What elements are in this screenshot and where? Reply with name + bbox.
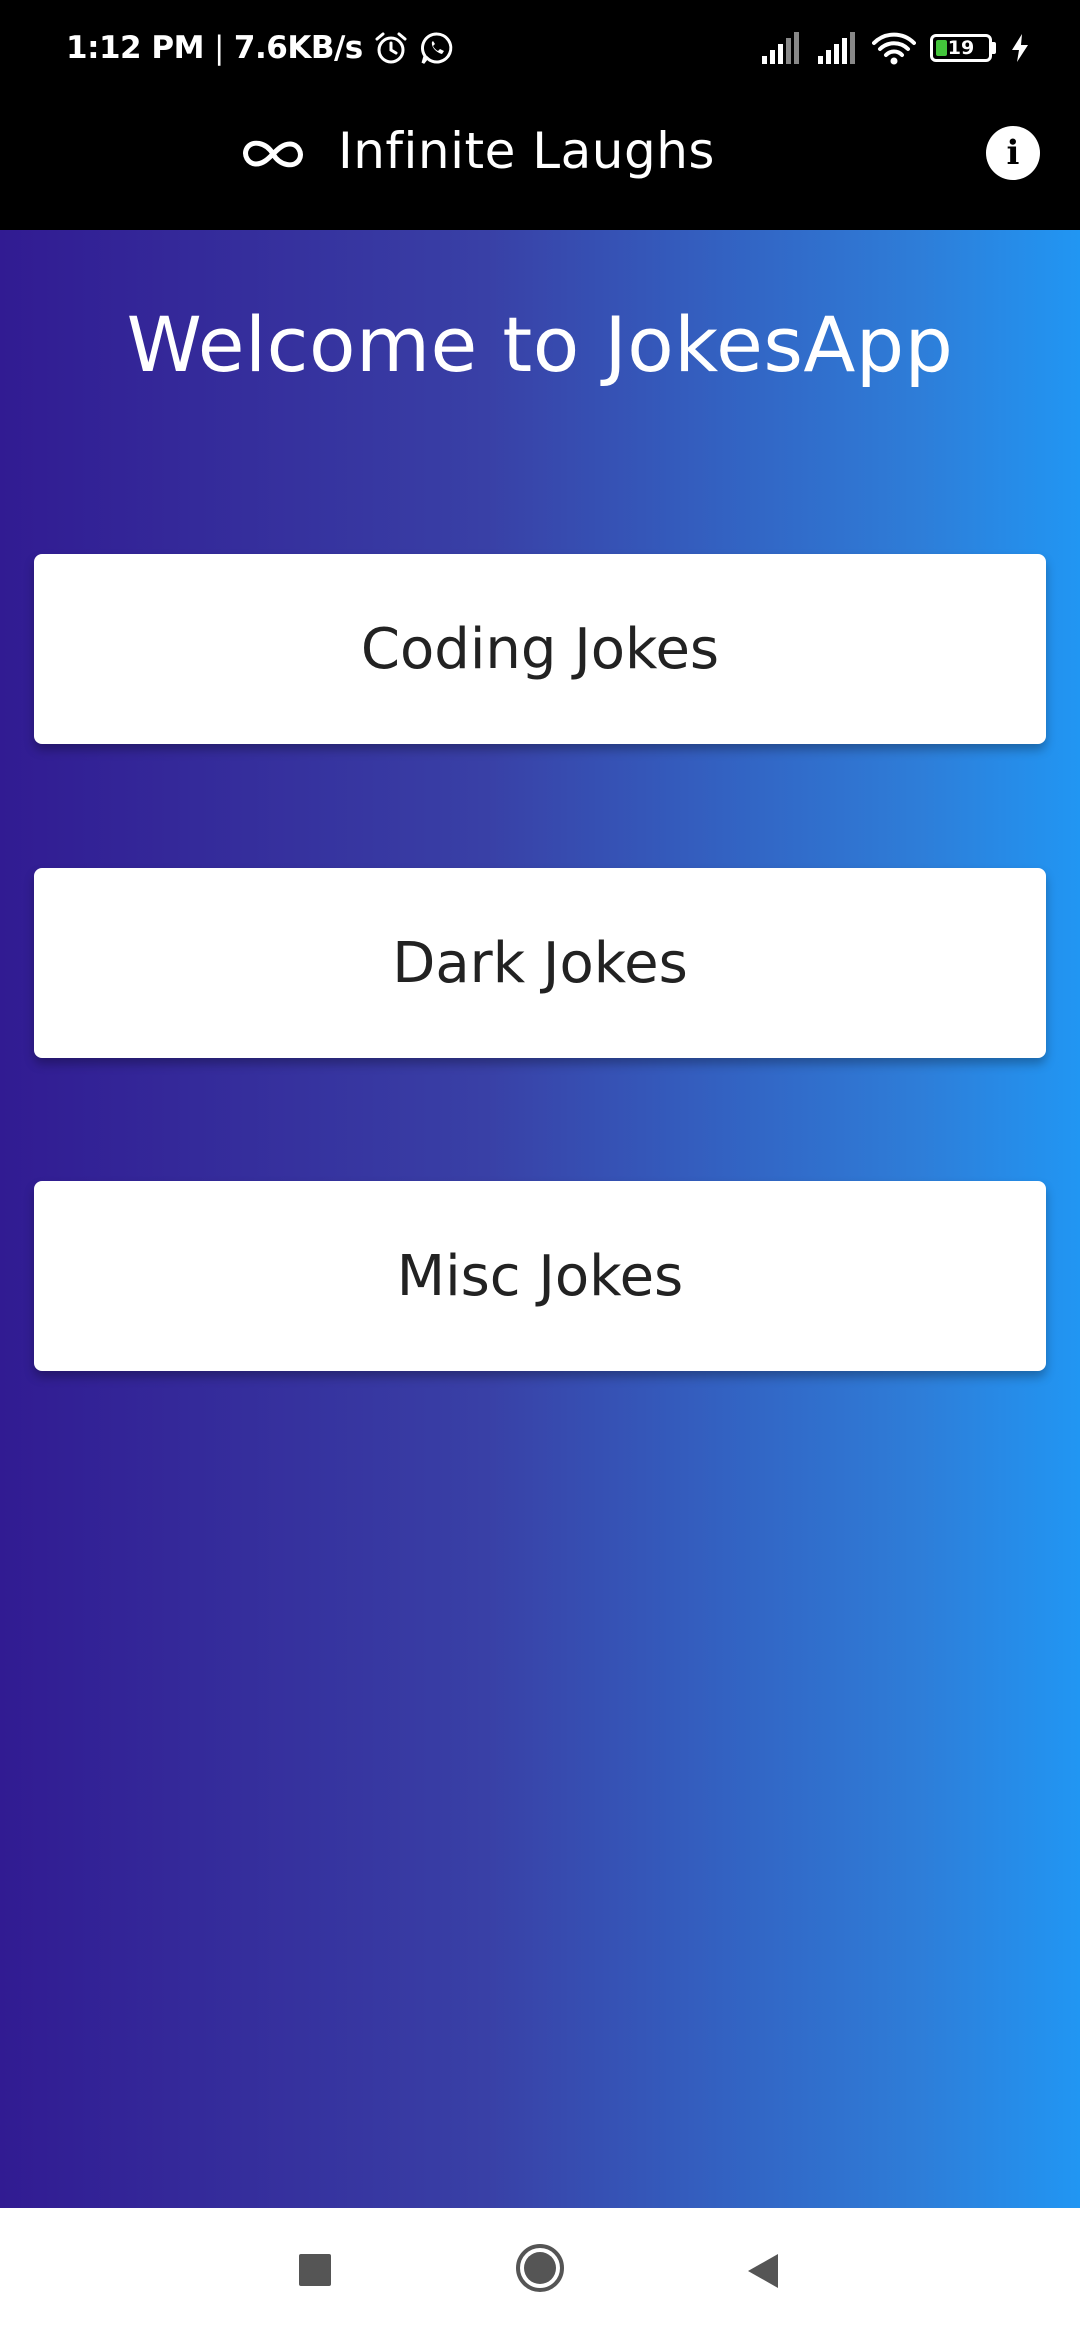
misc-jokes-button[interactable]: Misc Jokes xyxy=(34,1181,1046,1371)
coding-jokes-label: Coding Jokes xyxy=(360,616,720,682)
main-content: Welcome to JokesApp Coding Jokes Dark Jo… xyxy=(0,230,1080,2208)
app-bar: Infinite Laughs i xyxy=(0,96,1080,230)
signal-icon xyxy=(760,32,802,64)
home-icon[interactable] xyxy=(516,2244,564,2292)
status-time: 1:12 PM xyxy=(66,30,204,66)
welcome-heading: Welcome to JokesApp xyxy=(126,300,954,389)
misc-jokes-label: Misc Jokes xyxy=(396,1243,684,1309)
status-bar: 1:12 PM | 7.6KB/s 19 xyxy=(0,0,1080,96)
status-right: 19 xyxy=(760,24,1030,72)
status-net-speed: 7.6KB/s xyxy=(233,30,363,66)
back-icon[interactable] xyxy=(744,2252,780,2290)
battery-fill xyxy=(936,40,947,56)
charging-icon xyxy=(1010,33,1030,63)
recents-icon[interactable] xyxy=(299,2254,331,2286)
app-title: Infinite Laughs xyxy=(338,122,715,180)
battery-icon: 19 xyxy=(930,34,996,62)
status-separator: | xyxy=(213,30,224,66)
coding-jokes-button[interactable]: Coding Jokes xyxy=(34,554,1046,744)
dark-jokes-label: Dark Jokes xyxy=(392,930,688,996)
battery-level: 19 xyxy=(947,37,975,59)
wifi-icon xyxy=(872,31,916,65)
status-left: 1:12 PM | 7.6KB/s xyxy=(66,24,455,72)
dark-jokes-button[interactable]: Dark Jokes xyxy=(34,868,1046,1058)
info-icon[interactable]: i xyxy=(986,126,1040,180)
navigation-bar xyxy=(0,2208,1080,2340)
alarm-icon xyxy=(373,30,409,66)
infinity-icon xyxy=(238,134,308,174)
whatsapp-icon xyxy=(419,30,455,66)
signal-icon xyxy=(816,32,858,64)
